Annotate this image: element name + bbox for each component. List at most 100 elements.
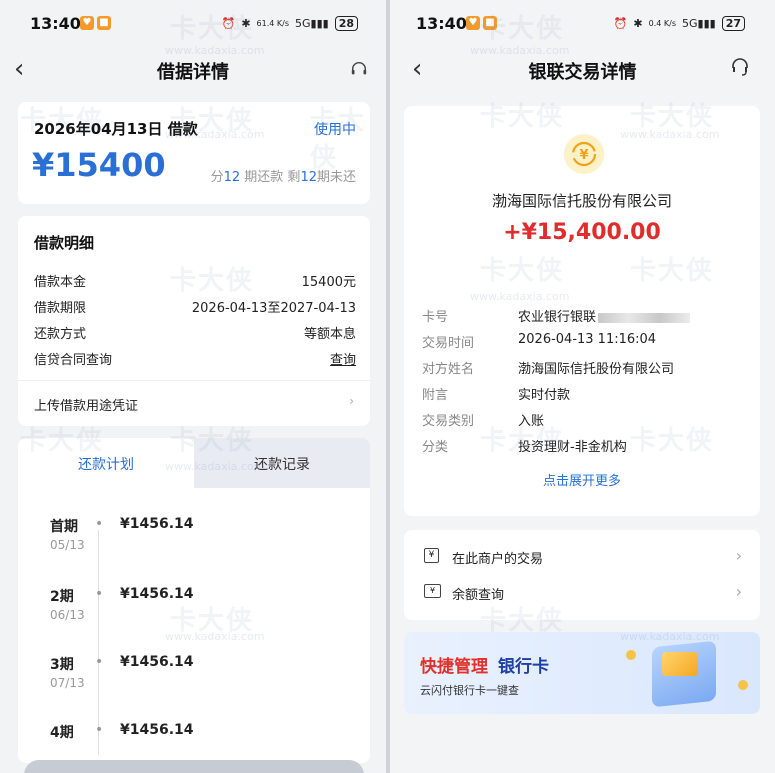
status-icons: ⏰ ✱ 0.4 K/s 5G▮▮▮ 27 <box>614 16 745 31</box>
status-bar: 13:40 ♥ ■ ⏰ ✱ 0.4 K/s 5G▮▮▮ 27 <box>390 0 775 46</box>
loan-detail-card: 借款明细 借款本金 15400元 借款期限 2026-04-13至2027-04… <box>18 216 370 426</box>
network-speed: 61.4 K/s <box>256 19 289 28</box>
repayment-terms: 分12 期还款 剩12期未还 <box>210 170 356 185</box>
period-amount: ¥1456.14 <box>120 654 194 670</box>
alarm-icon: ⏰ <box>613 17 628 30</box>
banner-title-b: 银行卡 <box>498 657 549 677</box>
status-badge: 使用中 <box>314 122 356 138</box>
signal-icon: 5G▮▮▮ <box>682 17 716 30</box>
period-amount: ¥1456.14 <box>120 586 194 602</box>
upload-proof-label: 上传借款用途凭证 <box>34 399 139 414</box>
tab-repayment-plan[interactable]: 还款计划 <box>18 438 194 488</box>
schedule-item: 2期 06/13 • ¥1456.14 <box>18 586 370 642</box>
schedule-item: 4期 • ¥1456.14 <box>18 722 370 756</box>
card-number-value: 农业银行银联 <box>518 306 691 325</box>
merchant-transactions-link[interactable]: ¥ 在此商户的交易 › <box>404 538 760 574</box>
period-label: 2期 <box>50 589 74 605</box>
banner-subtitle: 云闪付银行卡一键查 <box>420 684 519 697</box>
timeline-dot: • <box>95 586 104 602</box>
notification-badges: ♥ ■ <box>80 16 111 30</box>
network-speed: 0.4 K/s <box>648 19 676 28</box>
tab-repayment-record[interactable]: 还款记录 <box>194 438 370 488</box>
transaction-card: ¥ 渤海国际信托股份有限公司 +¥15,400.00 卡号 农业银行银联 交易时… <box>404 106 760 516</box>
nav-bar: ‹ 借据详情 <box>0 46 386 94</box>
chevron-right-icon: › <box>735 582 742 601</box>
row-label: 交易类别 <box>422 414 475 429</box>
status-bar: 13:40 ♥ ■ ⏰ ✱ 61.4 K/s 5G▮▮▮ 28 <box>0 0 386 46</box>
row-label: 交易时间 <box>422 336 475 351</box>
svg-text:¥: ¥ <box>579 148 588 163</box>
bluetooth-icon: ✱ <box>633 17 643 30</box>
transaction-amount: +¥15,400.00 <box>503 220 661 245</box>
row-value: 2026-04-13 11:16:04 <box>518 332 657 347</box>
chevron-right-icon: › <box>735 546 742 565</box>
status-icons: ⏰ ✱ 61.4 K/s 5G▮▮▮ 28 <box>222 16 358 31</box>
repayment-schedule: 首期 05/13 • ¥1456.14 2期 06/13 • ¥1456.14 … <box>18 488 370 763</box>
row-value: 等额本息 <box>303 327 356 342</box>
coin-illustration <box>738 680 748 690</box>
bank-card-illustration <box>662 652 698 676</box>
loan-date: 2026年04月13日 借款 <box>34 120 198 138</box>
row-value: 15400元 <box>301 275 356 290</box>
period-date: 06/13 <box>50 608 85 622</box>
app-badge-icon: ■ <box>483 16 497 30</box>
row-label: 借款本金 <box>34 275 87 290</box>
row-label: 信贷合同查询 <box>34 353 113 368</box>
schedule-item: 3期 07/13 • ¥1456.14 <box>18 654 370 710</box>
receipt-icon: ¥ <box>424 548 439 563</box>
row-value: 投资理财-非金机构 <box>518 440 627 455</box>
wallet-icon: ¥ <box>424 584 441 598</box>
transaction-detail-screen: 13:40 ♥ ■ ⏰ ✱ 0.4 K/s 5G▮▮▮ 27 ‹ 银联交易详情 … <box>390 0 775 773</box>
contract-query-link[interactable]: 查询 <box>330 349 356 368</box>
blurred-card-number <box>598 312 691 323</box>
period-amount: ¥1456.14 <box>120 516 194 532</box>
row-label: 附言 <box>422 388 449 403</box>
link-label: 在此商户的交易 <box>452 552 544 567</box>
bluetooth-icon: ✱ <box>241 17 251 30</box>
row-label: 分类 <box>422 440 449 455</box>
alarm-icon: ⏰ <box>221 17 236 30</box>
row-label: 借款期限 <box>34 301 87 316</box>
status-time: 13:40 <box>30 14 81 33</box>
row-value: 实时付款 <box>518 388 571 403</box>
battery-icon: 28 <box>334 16 358 31</box>
page-title: 借据详情 <box>157 62 229 83</box>
expand-more-link[interactable]: 点击展开更多 <box>404 470 760 489</box>
schedule-tabs: 还款计划 还款记录 <box>18 438 370 488</box>
headset-icon[interactable] <box>350 60 368 78</box>
chevron-right-icon: › <box>349 394 354 408</box>
balance-query-link[interactable]: ¥ 余额查询 › <box>404 574 760 610</box>
battery-icon: 27 <box>721 16 745 31</box>
loan-detail-screen: 13:40 ♥ ■ ⏰ ✱ 61.4 K/s 5G▮▮▮ 28 ‹ 借据详情 2… <box>0 0 386 773</box>
schedule-item: 首期 05/13 • ¥1456.14 <box>18 516 370 572</box>
status-time: 13:40 <box>416 14 467 33</box>
customer-service-icon[interactable] <box>729 56 751 78</box>
row-value: 2026-04-13至2027-04-13 <box>191 301 356 316</box>
page-title: 银联交易详情 <box>528 62 637 83</box>
tab-label: 还款计划 <box>78 457 134 473</box>
period-date: 07/13 <box>50 676 85 690</box>
row-value: 渤海国际信托股份有限公司 <box>518 362 675 377</box>
period-amount: ¥1456.14 <box>120 722 194 738</box>
notification-badges: ♥ ■ <box>466 16 497 30</box>
bank-card-banner[interactable]: 快捷管理 银行卡 云闪付银行卡一键查 <box>404 632 760 714</box>
link-label: 余额查询 <box>452 588 505 603</box>
row-label: 对方姓名 <box>422 362 475 377</box>
period-label: 首期 <box>50 519 78 535</box>
period-label: 3期 <box>50 657 74 673</box>
timeline-dot: • <box>95 654 104 670</box>
app-badge-icon: ♥ <box>466 16 480 30</box>
nav-bar: ‹ 银联交易详情 <box>390 46 775 94</box>
related-links-card: ¥ 在此商户的交易 › ¥ 余额查询 › <box>404 530 760 620</box>
upload-proof-row[interactable]: 上传借款用途凭证 › <box>18 381 370 426</box>
row-value: 入账 <box>518 414 545 429</box>
loan-summary-card: 2026年04月13日 借款 使用中 ¥15400 分12 期还款 剩12期未还 <box>18 102 370 204</box>
period-label: 4期 <box>50 725 74 741</box>
app-badge-icon: ■ <box>97 16 111 30</box>
period-date: 05/13 <box>50 538 85 552</box>
row-label: 卡号 <box>422 310 449 325</box>
section-title: 借款明细 <box>34 234 95 252</box>
timeline-dot: • <box>95 516 104 532</box>
currency-exchange-icon: ¥ <box>564 134 604 174</box>
bottom-action-button[interactable] <box>24 760 364 773</box>
